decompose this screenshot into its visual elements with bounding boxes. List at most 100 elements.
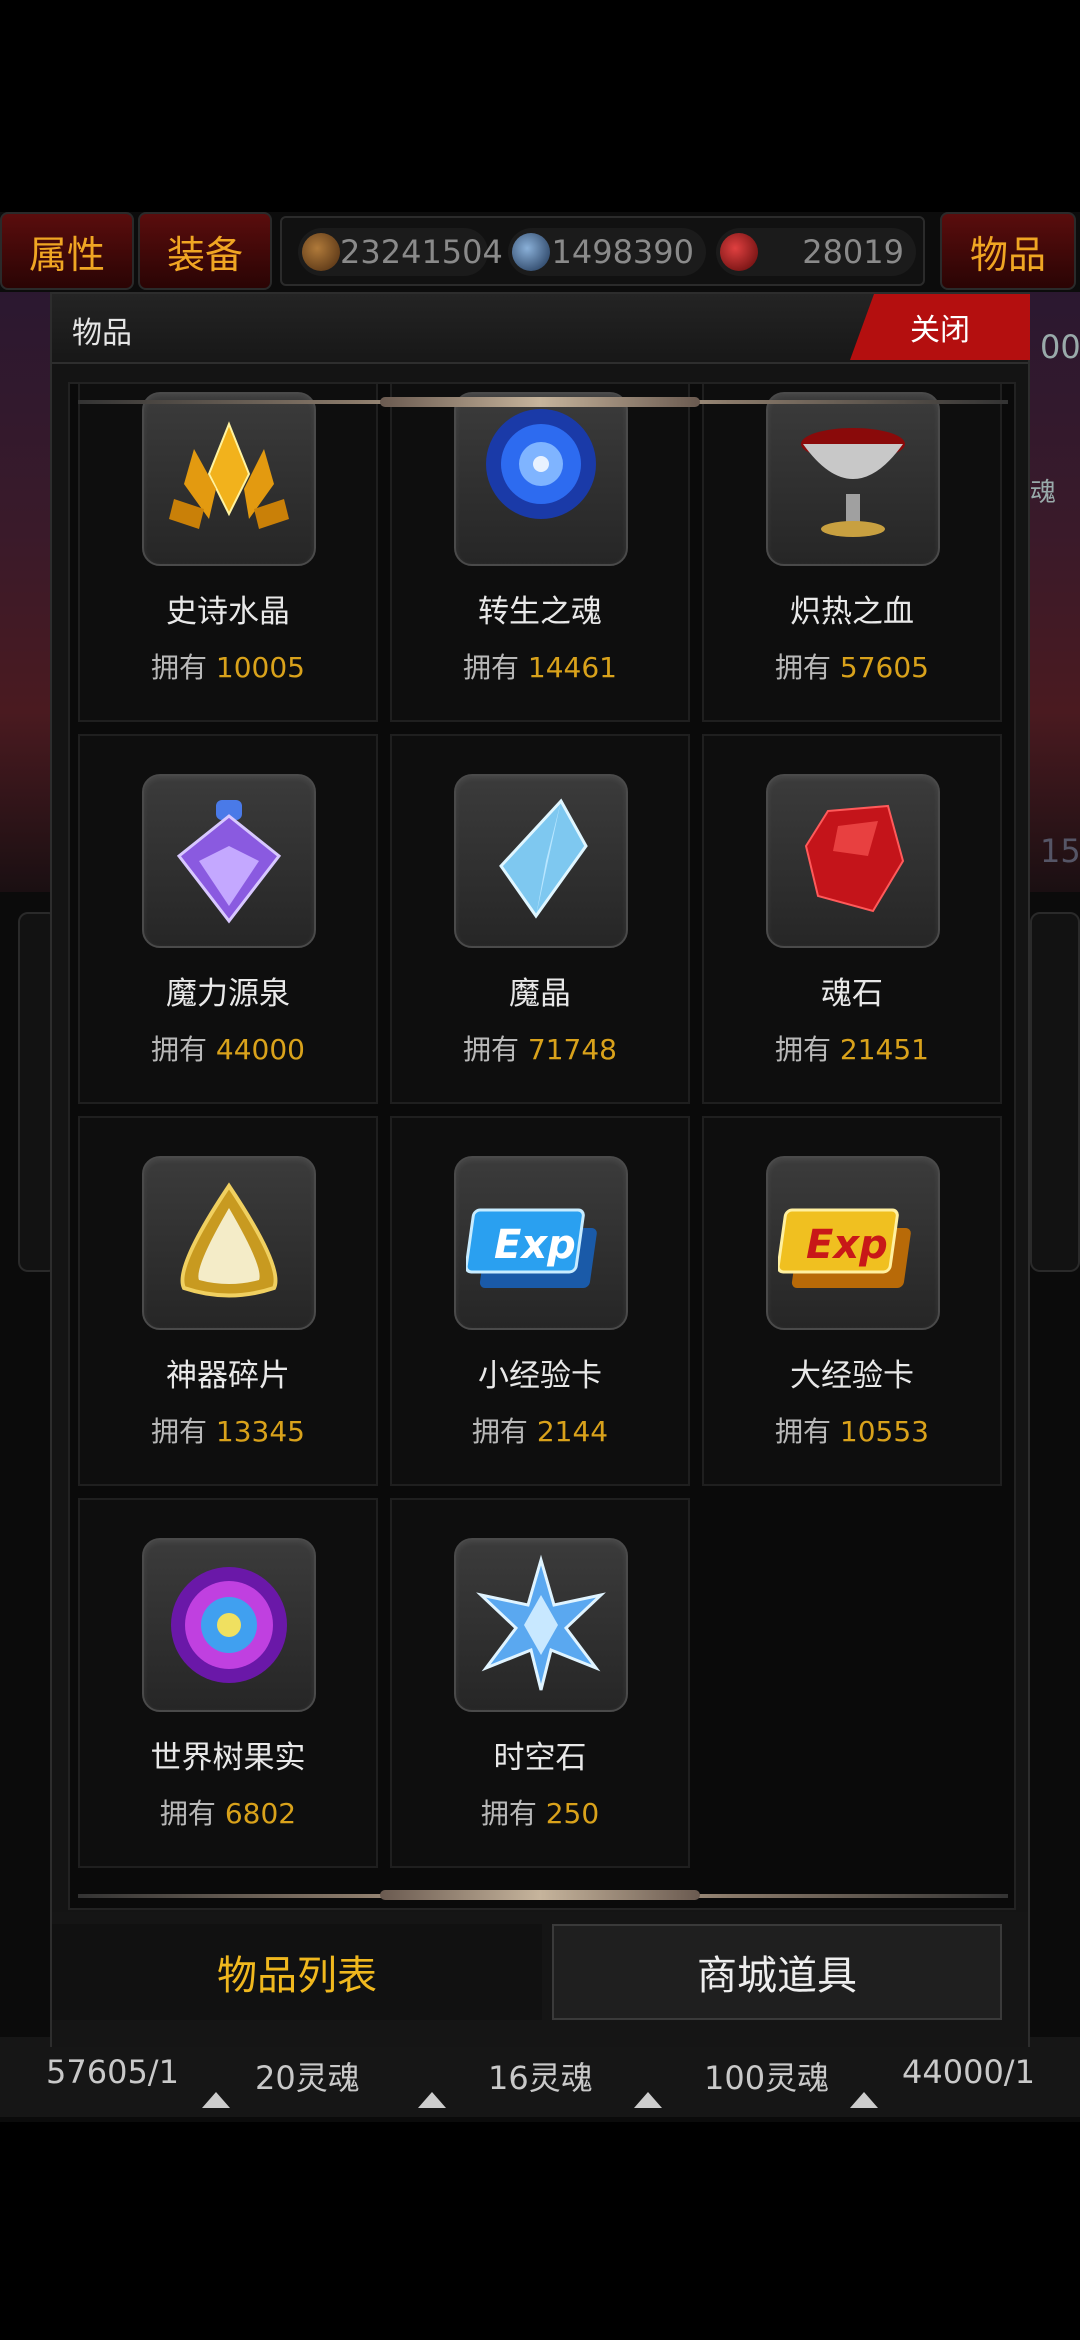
item-cell[interactable]: Exp 大经验卡 拥有 10553 [702,1116,1002,1486]
background-cost-row: 57605/1 20灵魂 16灵魂 100灵魂 44000/1 [0,2037,1080,2117]
owned-count: 13345 [215,1415,305,1448]
owned-label: 拥有 [151,1033,208,1066]
background-number: 00 [1040,328,1080,366]
copper-coin-icon [302,233,340,271]
item-name: 神器碎片 [166,1358,290,1394]
spacetime-stone-icon [454,1538,628,1712]
background-side-buttons [1030,912,1080,1272]
item-name: 炽热之血 [790,594,914,630]
cost-label: 57605/1 [46,2053,179,2091]
tab-attributes[interactable]: 属性 [0,212,134,290]
item-count: 拥有 14461 [392,646,688,686]
owned-label: 拥有 [775,1033,832,1066]
top-divider-ornament [380,397,700,407]
world-tree-fruit-icon [142,1538,316,1712]
item-count: 拥有 10553 [704,1410,1000,1450]
resource-bar: 23241504 1498390 28019 [280,216,925,286]
cost-label: 20灵魂 [255,2059,360,2097]
item-cell[interactable]: 时空石 拥有 250 [390,1498,690,1868]
small-exp-card-icon: Exp [454,1156,628,1330]
top-bar: 属性 装备 23241504 1498390 28019 物品 [0,212,1080,292]
tab-mall-items[interactable]: 商城道具 [552,1924,1002,2020]
item-count: 拥有 6802 [80,1792,376,1832]
item-count: 拥有 250 [392,1792,688,1832]
triangle-icon [634,2092,662,2108]
item-cell[interactable]: 炽热之血 拥有 57605 [702,384,1002,722]
item-cell[interactable]: 魔力源泉 拥有 44000 [78,734,378,1104]
item-name: 魔力源泉 [166,976,290,1012]
item-name: 大经验卡 [790,1358,914,1394]
tab-item-list[interactable]: 物品列表 [52,1924,542,2020]
rebirth-soul-icon [454,392,628,566]
resource-soul: 28019 [716,228,916,276]
owned-label: 拥有 [471,1415,528,1448]
item-name: 魂石 [821,976,883,1012]
item-count: 拥有 71748 [392,1028,688,1068]
soul-value: 28019 [802,233,904,271]
owned-label: 拥有 [463,1033,520,1066]
items-modal: 物品 关闭 史诗水晶 拥有 10005 转生之魂 拥有 14461 炽热之血 拥… [50,292,1030,2047]
close-button[interactable]: 关闭 [850,294,1030,360]
item-cell[interactable]: 神器碎片 拥有 13345 [78,1116,378,1486]
blood-chalice-icon [766,392,940,566]
resource-gem: 1498390 [508,228,706,276]
item-name: 魔晶 [509,976,571,1012]
item-count: 拥有 44000 [80,1028,376,1068]
item-name: 世界树果实 [150,1740,306,1776]
red-soul-icon [720,233,758,271]
artifact-shard-icon [142,1156,316,1330]
owned-count: 57605 [839,651,929,684]
owned-label: 拥有 [151,1415,208,1448]
item-cell[interactable]: 魔晶 拥有 71748 [390,734,690,1104]
large-exp-card-icon: Exp [766,1156,940,1330]
cost-label: 44000/1 [902,2053,1035,2091]
owned-count: 10553 [839,1415,929,1448]
triangle-icon [418,2092,446,2108]
item-count: 拥有 2144 [392,1410,688,1450]
cost-label: 100灵魂 [704,2059,830,2097]
item-cell[interactable]: 世界树果实 拥有 6802 [78,1498,378,1868]
item-name: 史诗水晶 [166,594,290,630]
owned-count: 44000 [215,1033,305,1066]
owned-count: 71748 [527,1033,617,1066]
owned-label: 拥有 [480,1797,537,1830]
owned-count: 21451 [839,1033,929,1066]
mana-potion-icon [142,774,316,948]
background-text: 魂 [1030,478,1057,508]
item-cell[interactable]: 转生之魂 拥有 14461 [390,384,690,722]
bottom-tab-bar: 物品列表 商城道具 [52,1912,1028,2047]
magic-crystal-icon [454,774,628,948]
modal-title: 物品 [72,316,132,351]
owned-count: 2144 [536,1415,609,1448]
item-name: 时空石 [493,1740,587,1776]
owned-count: 6802 [224,1797,297,1830]
item-name: 小经验卡 [478,1358,602,1394]
exp-label: Exp [494,1222,576,1268]
copper-value: 23241504 [340,233,503,271]
item-grid-panel[interactable]: 史诗水晶 拥有 10005 转生之魂 拥有 14461 炽热之血 拥有 5760… [68,382,1016,1910]
owned-count: 10005 [215,651,305,684]
owned-count: 250 [545,1797,600,1830]
owned-label: 拥有 [151,651,208,684]
item-count: 拥有 21451 [704,1028,1000,1068]
item-cell[interactable]: 魂石 拥有 21451 [702,734,1002,1104]
owned-label: 拥有 [775,1415,832,1448]
item-name: 转生之魂 [478,594,602,630]
tab-items[interactable]: 物品 [940,212,1076,290]
triangle-icon [850,2092,878,2108]
owned-count: 14461 [527,651,617,684]
item-cell[interactable]: Exp 小经验卡 拥有 2144 [390,1116,690,1486]
owned-label: 拥有 [159,1797,216,1830]
blue-gem-icon [512,233,550,271]
item-cell[interactable]: 史诗水晶 拥有 10005 [78,384,378,722]
triangle-icon [202,2092,230,2108]
background-number: 15 [1040,832,1080,870]
gem-value: 1498390 [551,233,694,271]
exp-label: Exp [806,1222,888,1268]
epic-crystal-icon [142,392,316,566]
item-count: 拥有 57605 [704,646,1000,686]
item-count: 拥有 10005 [80,646,376,686]
tab-equipment[interactable]: 装备 [138,212,272,290]
item-count: 拥有 13345 [80,1410,376,1450]
owned-label: 拥有 [775,651,832,684]
